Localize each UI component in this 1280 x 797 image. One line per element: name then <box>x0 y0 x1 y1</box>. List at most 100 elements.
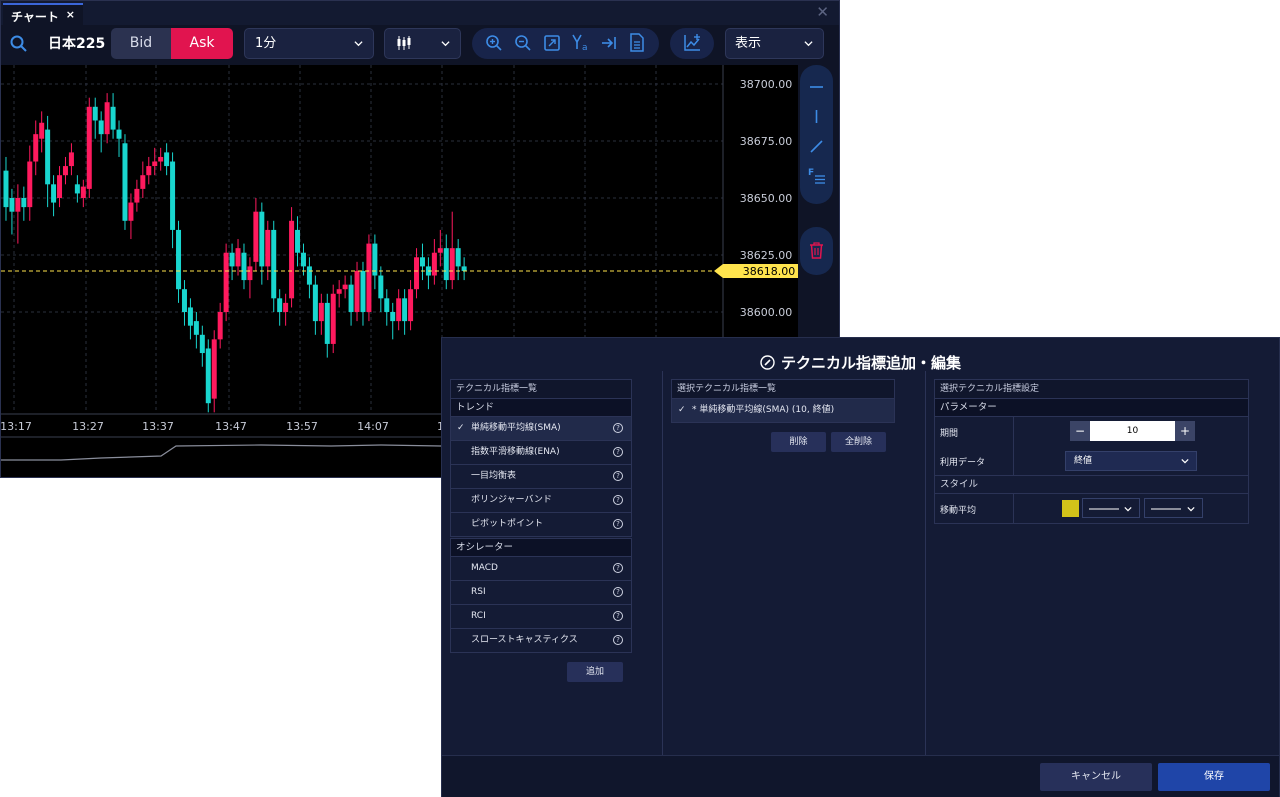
trend-line-icon[interactable] <box>808 138 825 155</box>
trend-indicator-item[interactable]: ピボットポイント? <box>450 513 632 537</box>
line-color-swatch[interactable] <box>1062 500 1079 517</box>
help-icon[interactable]: ? <box>613 471 623 481</box>
document-icon[interactable] <box>629 33 645 52</box>
tab-close-icon[interactable]: × <box>66 8 75 21</box>
candle <box>170 152 176 249</box>
candle <box>229 243 235 281</box>
horizontal-line-icon[interactable] <box>808 79 825 96</box>
chevron-down-icon <box>1187 506 1195 512</box>
line-style-select[interactable] <box>1144 498 1203 518</box>
scroll-to-latest-icon[interactable] <box>600 34 618 52</box>
help-icon[interactable]: ? <box>613 587 623 597</box>
period-increment-button[interactable]: + <box>1175 421 1195 441</box>
trend-indicator-item[interactable]: ✓ 単純移動平均線(SMA)? <box>450 417 632 441</box>
candle <box>193 312 199 349</box>
chart-type-select[interactable] <box>384 28 461 59</box>
candle <box>104 93 110 144</box>
line-width-select[interactable] <box>1082 498 1140 518</box>
help-icon[interactable]: ? <box>613 611 623 621</box>
oscillator-indicator-item[interactable]: スローストキャスティクス? <box>450 629 632 653</box>
candle <box>425 257 431 290</box>
oscillator-indicator-item[interactable]: MACD? <box>450 557 632 581</box>
source-data-select[interactable]: 終値 <box>1065 451 1197 471</box>
y-tick-label: 38650.00 <box>740 192 793 205</box>
vertical-line-icon[interactable] <box>808 108 825 125</box>
candle <box>277 289 283 326</box>
chevron-down-icon <box>354 41 363 47</box>
x-tick-label: 13:47 <box>215 420 247 433</box>
fit-screen-icon[interactable] <box>543 34 561 52</box>
candle <box>324 293 330 358</box>
candle <box>211 330 217 413</box>
trend-indicator-item[interactable]: 一目均衡表? <box>450 465 632 489</box>
candle <box>414 248 420 299</box>
candle <box>235 239 241 276</box>
selected-list-header: 選択テクニカル指標一覧 <box>671 379 895 399</box>
zoom-out-icon[interactable] <box>514 34 532 52</box>
help-icon[interactable]: ? <box>613 563 623 573</box>
candle <box>80 179 86 208</box>
oscillator-indicator-item[interactable]: RSI? <box>450 581 632 605</box>
delete-button[interactable]: 削除 <box>771 432 826 452</box>
candle <box>390 302 396 340</box>
candle <box>21 186 27 221</box>
period-label: 期間 <box>940 429 959 439</box>
tab-chart[interactable]: チャート × <box>3 3 83 25</box>
help-icon[interactable]: ? <box>613 635 623 645</box>
line-sample-icon <box>1151 508 1181 510</box>
display-label: 表示 <box>735 36 762 51</box>
bid-button[interactable]: Bid <box>111 28 171 59</box>
window-close-icon[interactable]: ✕ <box>816 3 829 21</box>
y-tick-label: 38600.00 <box>740 306 793 319</box>
interval-select[interactable]: 1分 <box>244 28 374 59</box>
candle <box>271 220 277 312</box>
chart-toolbar: 日本225 Bid Ask 1分 a 表示 <box>1 25 839 65</box>
candle <box>318 293 324 335</box>
candle <box>372 234 378 290</box>
help-icon[interactable]: ? <box>613 423 623 433</box>
dialog-footer: キャンセル 保存 <box>442 755 1279 797</box>
add-indicator-button[interactable] <box>670 28 714 59</box>
chevron-down-icon <box>1181 458 1189 464</box>
search-icon[interactable] <box>9 34 29 54</box>
candle <box>378 266 384 312</box>
cancel-button[interactable]: キャンセル <box>1040 763 1152 791</box>
help-icon[interactable]: ? <box>613 495 623 505</box>
indicator-label: MACD <box>471 563 498 573</box>
trash-icon <box>810 242 823 259</box>
save-button[interactable]: 保存 <box>1158 763 1270 791</box>
fibonacci-icon[interactable]: F <box>807 166 827 186</box>
add-button[interactable]: 追加 <box>567 662 623 682</box>
period-input[interactable]: 10 <box>1090 421 1175 441</box>
delete-all-button[interactable]: 全削除 <box>831 432 886 452</box>
selected-indicator-item[interactable]: ✓ * 単純移動平均線(SMA) (10, 終値) <box>671 399 895 423</box>
display-select[interactable]: 表示 <box>725 28 824 59</box>
candle <box>158 147 164 171</box>
auto-scale-icon[interactable]: a <box>571 33 590 52</box>
candle <box>408 280 414 331</box>
help-icon[interactable]: ? <box>613 519 623 529</box>
help-icon[interactable]: ? <box>613 447 623 457</box>
candle <box>431 239 437 285</box>
ask-button[interactable]: Ask <box>171 28 233 59</box>
column-divider <box>925 371 926 755</box>
zoom-in-icon[interactable] <box>485 34 503 52</box>
candle <box>402 289 408 335</box>
candle <box>253 198 259 271</box>
trend-indicator-item[interactable]: 指数平滑移動線(ENA)? <box>450 441 632 465</box>
period-decrement-button[interactable]: − <box>1070 421 1090 441</box>
candle <box>86 97 92 198</box>
candle <box>27 145 33 221</box>
delete-drawings-button[interactable] <box>800 227 833 275</box>
candle <box>45 115 51 208</box>
candle <box>295 216 301 267</box>
dialog-title-text: テクニカル指標追加・編集 <box>780 354 961 372</box>
candle <box>92 97 98 139</box>
trend-indicator-item[interactable]: ボリンジャーバンド? <box>450 489 632 513</box>
symbol-label[interactable]: 日本225 <box>48 33 105 53</box>
candle <box>110 93 116 139</box>
interval-value: 1分 <box>255 36 277 51</box>
chevron-down-icon <box>804 41 813 47</box>
oscillator-indicator-item[interactable]: RCI? <box>450 605 632 629</box>
indicator-label: 単純移動平均線(SMA) <box>471 423 561 433</box>
